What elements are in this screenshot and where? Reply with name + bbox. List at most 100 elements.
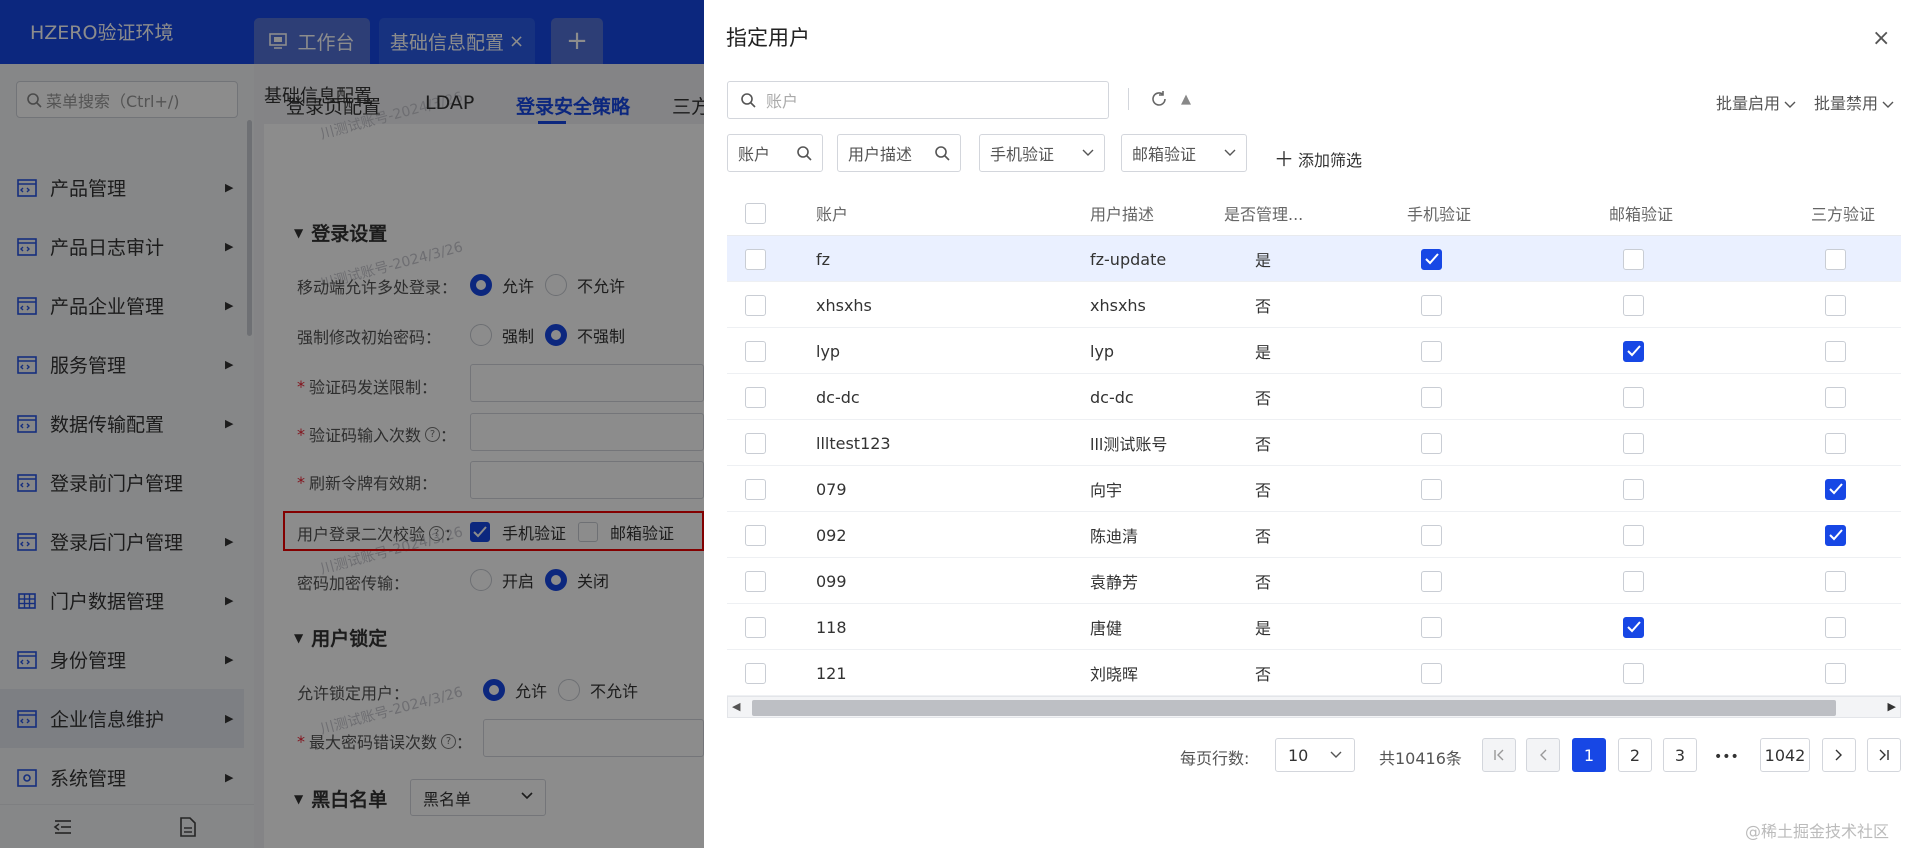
checkbox [745,432,766,454]
cell-email-checkbox[interactable] [1623,466,1644,512]
cell-email-checkbox[interactable] [1623,420,1644,466]
plus-icon: ＋ [1274,147,1294,171]
table-row[interactable]: xhsxhs xhsxhs 否 [727,282,1901,328]
table-row[interactable]: dc-dc dc-dc 否 [727,374,1901,420]
cell-desc: 刘晓晖 [1090,665,1139,684]
table-row[interactable]: llltest123 lll测试账号 否 [727,420,1901,466]
cell-phone-checkbox[interactable] [1421,282,1442,328]
add-filter-button[interactable]: ＋添加筛选 [1274,143,1362,172]
cell-email-checkbox[interactable] [1623,236,1644,282]
cell-phone-checkbox[interactable] [1421,558,1442,604]
cell-phone-checkbox[interactable] [1421,236,1442,282]
cell-third-checkbox[interactable] [1825,282,1846,328]
column-header-desc[interactable]: 用户描述 [1090,190,1154,236]
cell-third-checkbox[interactable] [1825,650,1846,696]
checkbox [1421,616,1442,638]
account-search-input[interactable]: 账户 [727,81,1109,119]
scroll-left-icon[interactable]: ◀ [732,700,740,713]
horizontal-scrollbar[interactable]: ◀ ▶ [727,696,1901,718]
cell-email-checkbox[interactable] [1623,512,1644,558]
collapse-up-icon[interactable]: ▲ [1181,92,1191,107]
prev-page-button[interactable] [1526,738,1560,772]
checkbox [745,570,766,592]
cell-admin: 否 [1255,665,1272,684]
column-header-admin[interactable]: 是否管理... [1224,190,1303,236]
row-select-checkbox[interactable] [745,466,766,512]
table-row[interactable]: 079 向宇 否 [727,466,1901,512]
table-row[interactable]: lyp lyp 是 [727,328,1901,374]
next-page-button[interactable] [1822,738,1856,772]
row-select-checkbox[interactable] [745,282,766,328]
column-header-account[interactable]: 账户 [816,190,848,236]
chevron-down-icon [1882,101,1894,109]
cell-email-checkbox[interactable] [1623,650,1644,696]
modal-mask[interactable] [0,0,704,848]
cell-third-checkbox[interactable] [1825,236,1846,282]
scrollbar-thumb[interactable] [752,700,1836,716]
checkbox [745,662,766,684]
last-page-button[interactable] [1867,738,1901,772]
close-icon[interactable]: × [1872,26,1890,51]
scroll-right-icon[interactable]: ▶ [1888,700,1896,713]
page-2-button[interactable]: 2 [1618,738,1652,772]
filter-email-verify[interactable]: 邮箱验证 [1121,134,1247,172]
cell-phone-checkbox[interactable] [1421,650,1442,696]
table-row[interactable]: 092 陈迪清 否 [727,512,1901,558]
checkbox [1623,340,1644,362]
row-select-checkbox[interactable] [745,512,766,558]
cell-email-checkbox[interactable] [1623,604,1644,650]
table-row[interactable]: fz fz-update 是 [727,236,1901,282]
row-select-checkbox[interactable] [745,604,766,650]
cell-desc: 陈迪清 [1090,527,1139,546]
table-row[interactable]: 118 唐健 是 [727,604,1901,650]
cell-email-checkbox[interactable] [1623,328,1644,374]
pagination-ellipsis[interactable]: ••• [1714,740,1739,774]
refresh-icon[interactable] [1150,90,1168,108]
cell-third-checkbox[interactable] [1825,374,1846,420]
checkbox [745,478,766,500]
cell-third-checkbox[interactable] [1825,604,1846,650]
cell-third-checkbox[interactable] [1825,420,1846,466]
cell-desc: 袁静芳 [1090,573,1139,592]
first-page-button[interactable] [1482,738,1516,772]
table-row[interactable]: 121 刘晓晖 否 [727,650,1901,696]
batch-disable-dropdown[interactable]: 批量禁用 [1814,90,1894,114]
column-header-email[interactable]: 邮箱验证 [1609,190,1673,236]
cell-phone-checkbox[interactable] [1421,328,1442,374]
cell-phone-checkbox[interactable] [1421,420,1442,466]
cell-email-checkbox[interactable] [1623,374,1644,420]
filter-account[interactable]: 账户 [727,134,823,172]
select-all-checkbox[interactable] [745,190,766,236]
checkbox [1623,432,1644,454]
row-select-checkbox[interactable] [745,374,766,420]
column-header-third[interactable]: 三方验证 [1811,190,1875,236]
cell-phone-checkbox[interactable] [1421,466,1442,512]
cell-phone-checkbox[interactable] [1421,512,1442,558]
cell-third-checkbox[interactable] [1825,328,1846,374]
page-1-button[interactable]: 1 [1572,738,1606,772]
batch-enable-dropdown[interactable]: 批量启用 [1716,90,1796,114]
cell-phone-checkbox[interactable] [1421,374,1442,420]
page-size-select[interactable]: 10 [1275,738,1355,772]
cell-phone-checkbox[interactable] [1421,604,1442,650]
cell-email-checkbox[interactable] [1623,282,1644,328]
cell-account: 121 [816,663,847,683]
filter-phone-verify[interactable]: 手机验证 [979,134,1105,172]
cell-admin: 否 [1255,573,1272,592]
cell-account: 099 [816,571,847,591]
cell-third-checkbox[interactable] [1825,512,1846,558]
row-select-checkbox[interactable] [745,420,766,466]
column-header-phone[interactable]: 手机验证 [1407,190,1471,236]
row-select-checkbox[interactable] [745,236,766,282]
row-select-checkbox[interactable] [745,650,766,696]
cell-email-checkbox[interactable] [1623,558,1644,604]
row-select-checkbox[interactable] [745,558,766,604]
last-page-number-button[interactable]: 1042 [1760,738,1810,772]
cell-third-checkbox[interactable] [1825,466,1846,512]
row-select-checkbox[interactable] [745,328,766,374]
table-row[interactable]: 099 袁静芳 否 [727,558,1901,604]
filter-user-desc[interactable]: 用户描述 [837,134,961,172]
page-3-button[interactable]: 3 [1663,738,1697,772]
cell-desc: lyp [1090,341,1115,361]
cell-third-checkbox[interactable] [1825,558,1846,604]
